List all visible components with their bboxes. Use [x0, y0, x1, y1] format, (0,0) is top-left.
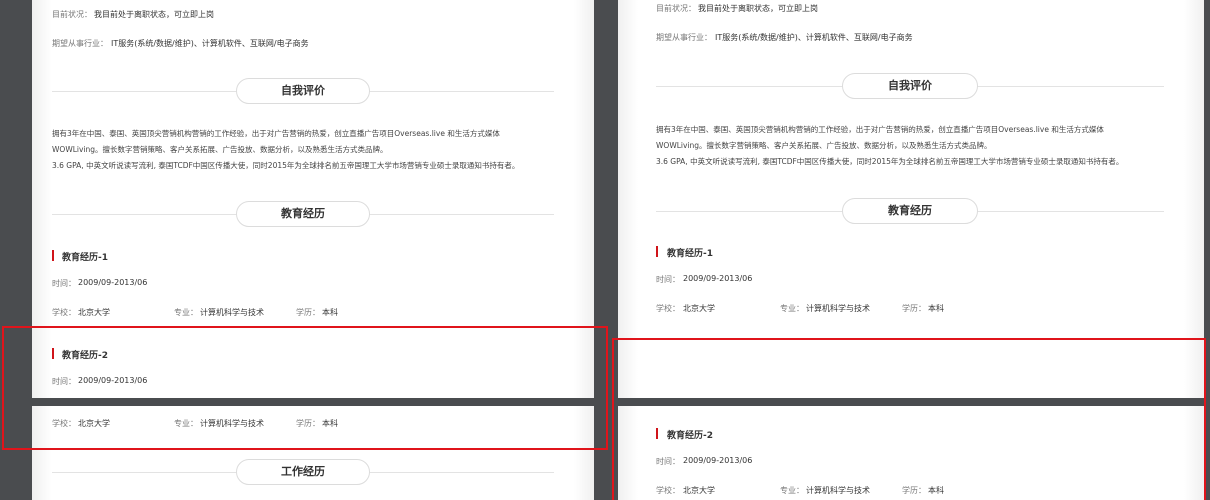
edu-1-major: 计算机科学与技术 — [806, 304, 870, 313]
edu-1-major-label: 专业： — [780, 304, 804, 313]
highlight-box-right — [612, 338, 1206, 500]
work-heading: 工作经历 — [236, 459, 370, 485]
self-eval-line: 拥有3年在中国、泰国、英国顶尖营销机构营销的工作经验，出于对广告营销的热爱，创立… — [656, 125, 1104, 134]
self-eval-line: WOWLiving。擅长数字营销策略、客户关系拓展、广告投放、数据分析，以及熟悉… — [656, 141, 992, 150]
education-heading: 教育经历 — [236, 201, 370, 227]
industry-label: 期望从事行业： — [52, 39, 108, 48]
edu-1-school-label: 学校： — [656, 304, 680, 313]
edu-1-heading: 教育经历-1 — [62, 253, 108, 263]
self-eval-heading: 自我评价 — [842, 73, 978, 99]
edu-1-degree-label: 学历： — [296, 308, 320, 317]
self-eval-text: 拥有3年在中国、泰国、英国顶尖营销机构营销的工作经验，出于对广告营销的热爱，创立… — [52, 126, 519, 174]
edu-1-degree: 本科 — [928, 304, 944, 313]
education-heading: 教育经历 — [842, 198, 978, 224]
self-eval-heading: 自我评价 — [236, 78, 370, 104]
highlight-box-left — [2, 326, 608, 450]
self-eval-line: 拥有3年在中国、泰国、英国顶尖营销机构营销的工作经验，出于对广告营销的热爱，创立… — [52, 129, 500, 138]
status-value: 我目前处于离职状态，可立即上岗 — [94, 10, 214, 19]
edu-1-heading: 教育经历-1 — [667, 249, 713, 259]
status-value: 我目前处于离职状态，可立即上岗 — [698, 4, 818, 13]
self-eval-text: 拥有3年在中国、泰国、英国顶尖营销机构营销的工作经验，出于对广告营销的热爱，创立… — [656, 122, 1123, 170]
edu-1-time: 2009/09-2013/06 — [683, 274, 753, 283]
edu-1-degree: 本科 — [322, 308, 338, 317]
self-eval-line: 3.6 GPA, 中英文听说读写流利, 泰国TCDF中国区传播大使，同时2015… — [52, 161, 520, 170]
status-label: 目前状况： — [52, 10, 92, 19]
self-eval-line: WOWLiving。擅长数字营销策略、客户关系拓展、广告投放、数据分析，以及熟悉… — [52, 145, 388, 154]
industry-value: IT服务(系统/数据/维护)、计算机软件、互联网/电子商务 — [715, 33, 913, 42]
edu-1-major: 计算机科学与技术 — [200, 308, 264, 317]
edu-1-time-label: 时间： — [656, 275, 680, 284]
edu-1-school: 北京大学 — [683, 304, 715, 313]
edu-1-school: 北京大学 — [78, 308, 110, 317]
edu-1-time-label: 时间： — [52, 279, 76, 288]
self-eval-line: 3.6 GPA, 中英文听说读写流利, 泰国TCDF中国区传播大使，同时2015… — [656, 157, 1124, 166]
status-label: 目前状况： — [656, 4, 696, 13]
accent-bar — [52, 250, 54, 261]
edu-1-degree-label: 学历： — [902, 304, 926, 313]
edu-1-major-label: 专业： — [174, 308, 198, 317]
industry-label: 期望从事行业： — [656, 33, 712, 42]
edu-1-time: 2009/09-2013/06 — [78, 278, 148, 287]
accent-bar — [656, 246, 658, 257]
edu-1-school-label: 学校： — [52, 308, 76, 317]
industry-value: IT服务(系统/数据/维护)、计算机软件、互联网/电子商务 — [111, 39, 309, 48]
